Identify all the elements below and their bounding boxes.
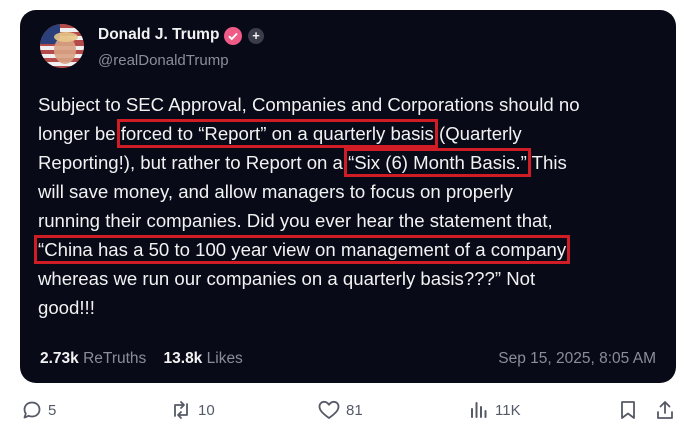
highlighted-phrase: forced to “Report” on a quarterly basis: [116, 119, 438, 148]
reply-icon: [23, 401, 41, 419]
flag-avatar-icon[interactable]: [40, 24, 84, 68]
post-line: Reporting!), but rather to Report on a “…: [38, 148, 670, 177]
post-text: Reporting!), but rather to Report on a: [38, 152, 349, 173]
heart-icon: [318, 400, 340, 419]
post-line: whereas we run our companies on a quarte…: [38, 264, 670, 293]
likes-count[interactable]: 13.8k: [164, 350, 203, 367]
post-line: will save money, and allow managers to f…: [38, 177, 670, 206]
reply-button[interactable]: 5: [22, 399, 56, 421]
post-body: Subject to SEC Approval, Companies and C…: [33, 90, 670, 322]
post-line: Subject to SEC Approval, Companies and C…: [38, 90, 670, 119]
post-text: longer be: [38, 123, 121, 144]
author-display-name[interactable]: Donald J. Trump: [98, 26, 219, 44]
retruths-label[interactable]: ReTruths: [83, 350, 146, 367]
share-icon: [657, 401, 673, 419]
post-text: good!!!: [38, 297, 95, 318]
plus-badge: +: [248, 28, 264, 44]
views-button[interactable]: 11K: [469, 399, 521, 421]
retruth-button[interactable]: 10: [170, 399, 215, 421]
post-text: will save money, and allow managers to f…: [38, 181, 514, 202]
post-text: Subject to SEC Approval, Companies and C…: [38, 94, 580, 115]
bookmark-icon: [621, 401, 635, 419]
post-line: longer be forced to “Report” on a quarte…: [38, 119, 670, 148]
highlighted-phrase: “China has a 50 to 100 year view on mana…: [33, 235, 571, 264]
post-text: (Quarterly: [433, 123, 522, 144]
likes-label[interactable]: Likes: [207, 350, 243, 367]
post-text: whereas we run our companies on a quarte…: [38, 268, 536, 289]
share-button[interactable]: [656, 399, 674, 421]
like-button[interactable]: 81: [318, 399, 363, 421]
action-bar: 5 10 81 11K: [0, 396, 693, 426]
post-card: Donald J. Trump + @realDonaldTrump Subje…: [20, 10, 676, 383]
post-line: good!!!: [38, 293, 670, 322]
post-line: “China has a 50 to 100 year view on mana…: [33, 235, 670, 264]
highlighted-phrase: “Six (6) Month Basis.”: [344, 148, 531, 177]
post-text: This: [526, 152, 567, 173]
reply-count: 5: [48, 401, 57, 419]
verified-badge-icon: [224, 27, 242, 45]
author-handle[interactable]: @realDonaldTrump: [98, 52, 229, 69]
engagement-stats: 2.73k ReTruths 13.8k Likes: [40, 350, 243, 368]
views-count: 11K: [495, 401, 521, 419]
retruth-count: 10: [198, 401, 215, 419]
bookmark-button[interactable]: [619, 399, 637, 421]
like-count: 81: [346, 401, 363, 419]
retruth-icon: [174, 401, 188, 419]
post-timestamp[interactable]: Sep 15, 2025, 8:05 AM: [498, 350, 656, 368]
views-icon: [471, 402, 487, 418]
post-text: running their companies. Did you ever he…: [38, 210, 553, 231]
post-line: running their companies. Did you ever he…: [38, 206, 670, 235]
retruths-count[interactable]: 2.73k: [40, 350, 79, 367]
